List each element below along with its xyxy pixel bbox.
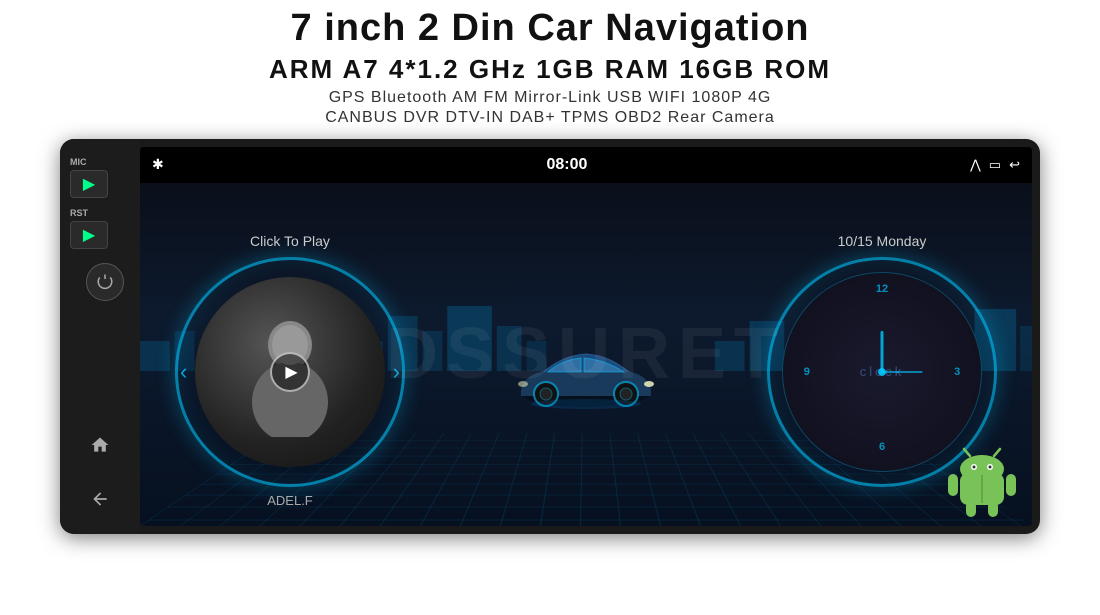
rst-label: RST: [70, 208, 88, 218]
music-panel: Click To Play: [160, 233, 420, 523]
play-arrow-icon: ▶: [83, 174, 95, 194]
page-wrapper: 7 inch 2 Din Car Navigation ARM A7 4*1.2…: [0, 0, 1100, 615]
power-button[interactable]: [86, 263, 124, 301]
rst-group: RST ▶: [60, 208, 140, 249]
date-display: 10/15 Monday: [752, 233, 1012, 249]
screen-content: DSSURET Click To Play: [140, 183, 1032, 526]
mic-label: MIC: [70, 157, 87, 167]
window-icon: ▭: [989, 157, 1001, 173]
top-bar-left: ✱: [152, 156, 164, 173]
rst-button[interactable]: ▶: [70, 221, 108, 249]
bluetooth-icon: ✱: [152, 156, 164, 173]
features-line2: CANBUS DVR DTV-IN DAB+ TPMS OBD2 Rear Ca…: [0, 109, 1100, 127]
nav-arrows: ‹ ›: [175, 359, 405, 385]
rst-arrow-icon: ▶: [83, 225, 95, 245]
top-bar-right: ⋀ ▭ ↩: [970, 157, 1020, 173]
click-to-play-label: Click To Play: [160, 233, 420, 249]
features-line1: GPS Bluetooth AM FM Mirror-Link USB WIFI…: [0, 89, 1100, 107]
screen: ✱ 08:00 ⋀ ▭ ↩: [140, 147, 1032, 526]
prev-track-button[interactable]: ‹: [180, 359, 187, 385]
left-panel: MIC ▶ RST ▶: [60, 139, 140, 534]
bottom-nav: [81, 426, 119, 534]
device-bezel: MIC ▶ RST ▶: [60, 139, 1040, 534]
play-button[interactable]: ▶: [70, 170, 108, 198]
music-circle: ▶ ‹ ›: [175, 257, 405, 487]
track-name: ADEL.F: [160, 493, 420, 508]
header-section: 7 inch 2 Din Car Navigation ARM A7 4*1.2…: [0, 0, 1100, 127]
android-mascot: [942, 441, 1022, 521]
clock-display: 08:00: [546, 156, 587, 174]
mic-group: MIC ▶: [60, 157, 140, 198]
device-container: MIC ▶ RST ▶: [60, 139, 1040, 534]
car-center: [506, 333, 666, 423]
home-nav-icon[interactable]: [81, 426, 119, 464]
top-bar: ✱ 08:00 ⋀ ▭ ↩: [140, 147, 1032, 183]
main-title: 7 inch 2 Din Car Navigation: [0, 8, 1100, 50]
expand-icon: ⋀: [970, 157, 981, 173]
back-icon: ↩: [1009, 157, 1020, 173]
next-track-button[interactable]: ›: [393, 359, 400, 385]
back-nav-icon[interactable]: [81, 480, 119, 518]
specs-line: ARM A7 4*1.2 GHz 1GB RAM 16GB ROM: [0, 54, 1100, 85]
